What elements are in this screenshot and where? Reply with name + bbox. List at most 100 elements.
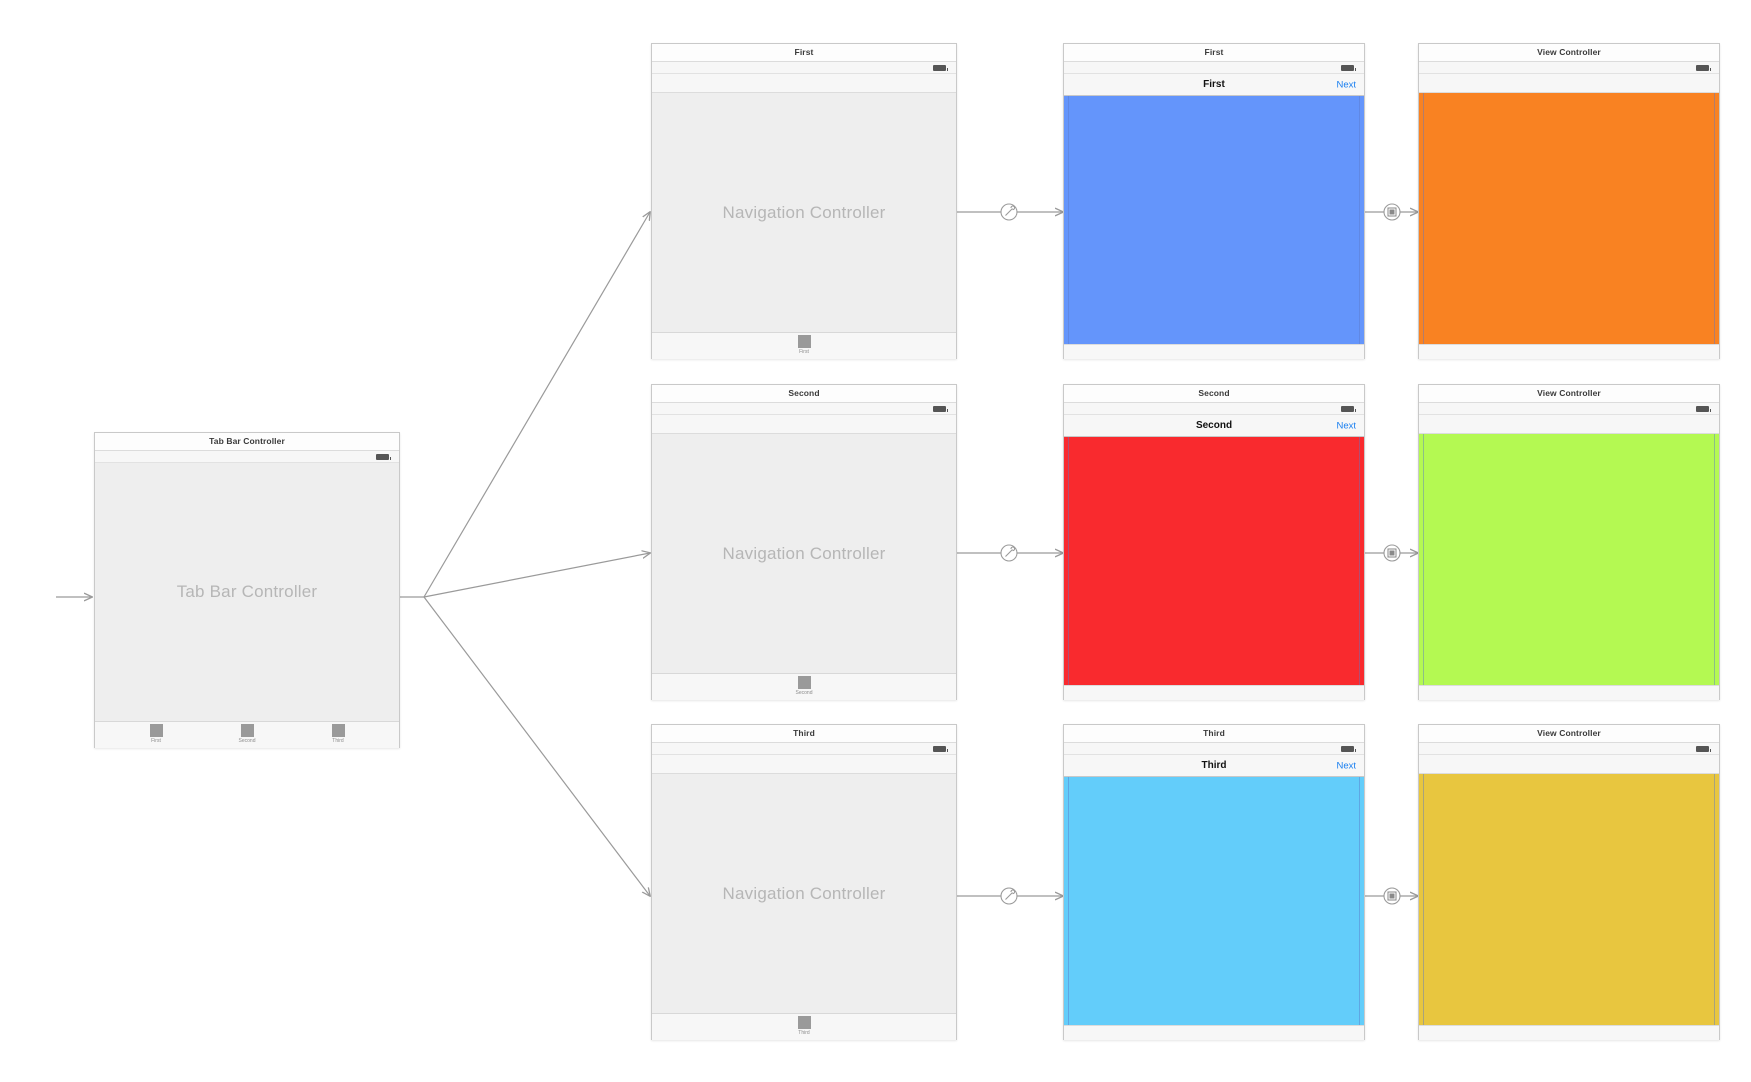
tab-bar[interactable]: First Second Third xyxy=(95,721,399,748)
status-bar xyxy=(652,743,956,755)
root-view-content xyxy=(1064,777,1364,1025)
device-frame: Navigation Controller Third xyxy=(652,743,956,1040)
root-view-content xyxy=(1064,96,1364,344)
scene-navigation-controller-first[interactable]: First Navigation Controller First xyxy=(651,43,957,359)
navigation-bar-title: First xyxy=(1203,79,1225,90)
tab-bar[interactable]: Third xyxy=(652,1013,956,1040)
navigation-bar-title: Second xyxy=(1195,420,1233,431)
status-bar xyxy=(1419,743,1719,755)
navigation-bar-placeholder xyxy=(1419,415,1719,434)
scene-navigation-controller-second[interactable]: Second Navigation Controller Second xyxy=(651,384,957,700)
colored-view xyxy=(1419,434,1719,685)
status-bar xyxy=(1419,62,1719,74)
layout-guides xyxy=(1419,434,1719,685)
navigation-bar xyxy=(652,74,956,93)
battery-icon xyxy=(376,454,391,460)
colored-view xyxy=(1419,93,1719,344)
layout-guides xyxy=(1419,93,1719,344)
tab-bar-placeholder xyxy=(1064,344,1364,359)
navigation-bar[interactable]: Third Next xyxy=(1064,755,1364,777)
colored-view xyxy=(1064,777,1364,1025)
scene-root-view-controller-third[interactable]: Third Third Next xyxy=(1063,724,1365,1040)
storyboard-canvas: Tab Bar Controller Tab Bar Controller Fi… xyxy=(0,0,1751,1082)
tab-bar-item-second[interactable]: Second xyxy=(217,724,277,744)
tab-item-icon xyxy=(797,335,811,348)
navigation-bar-placeholder xyxy=(1419,755,1719,774)
battery-icon xyxy=(1341,746,1356,752)
scene-title-detail-green: View Controller xyxy=(1419,385,1719,403)
tab-bar-item[interactable]: First xyxy=(774,335,834,355)
tab-bar-item[interactable]: Second xyxy=(774,676,834,696)
bottom-bar-placeholder xyxy=(1419,685,1719,700)
tab-item-icon xyxy=(797,1016,811,1029)
scene-title-tab-bar-controller: Tab Bar Controller xyxy=(95,433,399,451)
status-bar xyxy=(652,403,956,415)
tab-bar-item[interactable]: Third xyxy=(774,1016,834,1036)
scene-title-detail-yellow: View Controller xyxy=(1419,725,1719,743)
layout-guides xyxy=(1064,437,1364,685)
scene-root-view-controller-first[interactable]: First First Next xyxy=(1063,43,1365,359)
scene-root-view-controller-second[interactable]: Second Second Next xyxy=(1063,384,1365,700)
status-bar xyxy=(1419,403,1719,415)
battery-icon xyxy=(933,406,948,412)
scene-navigation-controller-third[interactable]: Third Navigation Controller Third xyxy=(651,724,957,1040)
next-bar-button[interactable]: Next xyxy=(1336,420,1356,431)
tab-item-icon xyxy=(149,724,163,737)
detail-view-content xyxy=(1419,774,1719,1025)
device-frame xyxy=(1419,403,1719,700)
scene-tab-bar-controller[interactable]: Tab Bar Controller Tab Bar Controller Fi… xyxy=(94,432,400,748)
tab-bar-controller-content: Tab Bar Controller xyxy=(95,463,399,721)
device-frame-tab-bar-controller: Tab Bar Controller First Second Third xyxy=(95,451,399,748)
scene-detail-view-controller-green[interactable]: View Controller xyxy=(1418,384,1720,700)
next-bar-button[interactable]: Next xyxy=(1336,760,1356,771)
battery-icon xyxy=(1341,65,1356,71)
battery-icon xyxy=(1696,65,1711,71)
scene-detail-view-controller-orange[interactable]: View Controller xyxy=(1418,43,1720,359)
bottom-bar-placeholder xyxy=(1419,344,1719,359)
colored-view xyxy=(1419,774,1719,1025)
placeholder-label-navigation-controller: Navigation Controller xyxy=(722,543,886,563)
tab-bar-item-label: First xyxy=(151,738,161,744)
status-bar xyxy=(1064,743,1364,755)
battery-icon xyxy=(933,65,948,71)
navigation-controller-content: Navigation Controller xyxy=(652,774,956,1013)
layout-guides xyxy=(1064,96,1364,344)
navigation-bar-title: Third xyxy=(1201,760,1227,771)
device-frame: Second Next xyxy=(1064,403,1364,700)
battery-icon xyxy=(1341,406,1356,412)
tab-item-icon xyxy=(331,724,345,737)
scene-title-root-third: Third xyxy=(1064,725,1364,743)
status-bar xyxy=(652,62,956,74)
device-frame: Navigation Controller Second xyxy=(652,403,956,700)
tab-bar-item-third[interactable]: Third xyxy=(308,724,368,744)
device-frame: First Next xyxy=(1064,62,1364,359)
next-bar-button[interactable]: Next xyxy=(1336,79,1356,90)
tab-bar[interactable]: First xyxy=(652,332,956,359)
tab-bar-item-label: Third xyxy=(332,738,344,744)
navigation-controller-content: Navigation Controller xyxy=(652,93,956,332)
navigation-controller-content: Navigation Controller xyxy=(652,434,956,673)
navigation-bar[interactable]: First Next xyxy=(1064,74,1364,96)
tab-bar-item-label: First xyxy=(799,349,809,355)
battery-icon xyxy=(1696,406,1711,412)
detail-view-content xyxy=(1419,434,1719,685)
scene-title-detail-orange: View Controller xyxy=(1419,44,1719,62)
tab-bar-item-first[interactable]: First xyxy=(126,724,186,744)
colored-view xyxy=(1064,96,1364,344)
device-frame: Third Next xyxy=(1064,743,1364,1040)
scene-title-root-first: First xyxy=(1064,44,1364,62)
tab-bar-item-label: Third xyxy=(798,1030,810,1036)
tab-bar[interactable]: Second xyxy=(652,673,956,700)
scene-detail-view-controller-yellow[interactable]: View Controller xyxy=(1418,724,1720,1040)
device-frame xyxy=(1419,62,1719,359)
tab-bar-item-label: Second xyxy=(795,690,813,696)
scene-title-navigation-controller-first: First xyxy=(652,44,956,62)
colored-view xyxy=(1064,437,1364,685)
placeholder-label-navigation-controller: Navigation Controller xyxy=(722,883,886,903)
placeholder-label-navigation-controller: Navigation Controller xyxy=(722,202,886,222)
tab-bar-item-label: Second xyxy=(238,738,256,744)
layout-guides xyxy=(1064,777,1364,1025)
scene-title-navigation-controller-third: Third xyxy=(652,725,956,743)
tab-bar-placeholder xyxy=(1064,685,1364,700)
navigation-bar[interactable]: Second Next xyxy=(1064,415,1364,437)
